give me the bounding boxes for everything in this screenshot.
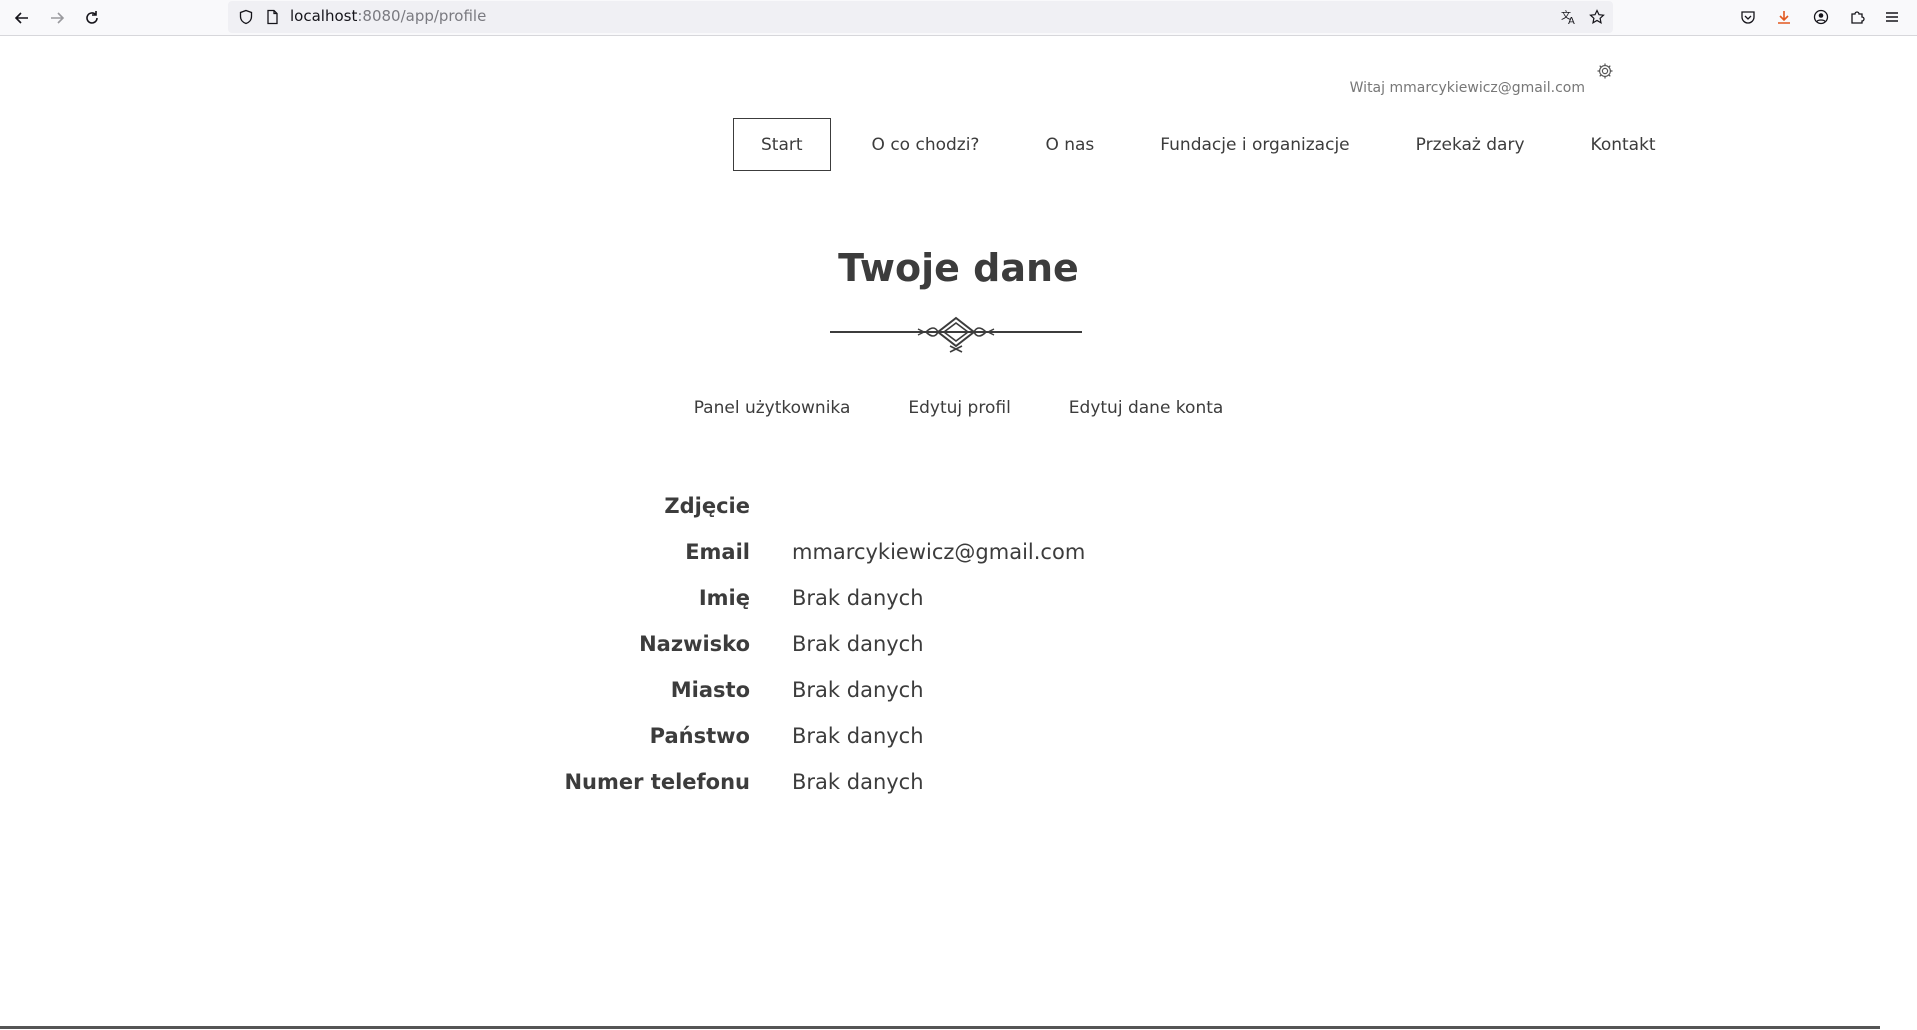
page-icon [262,7,282,27]
profile-row-photo: Zdjęcie [480,483,1380,529]
field-value: Brak danych [792,770,924,794]
nav-item-start[interactable]: Start [733,118,831,171]
subnav-edytuj-dane-konta[interactable]: Edytuj dane konta [1069,398,1224,418]
gear-icon[interactable] [1596,62,1616,82]
field-label: Nazwisko [639,632,750,656]
nav-item-przekaz-dary[interactable]: Przekaż dary [1391,118,1550,171]
nav-item-o-nas[interactable]: O nas [1020,118,1119,171]
reload-icon[interactable] [78,4,106,32]
field-label: Zdjęcie [664,494,750,518]
field-label: Email [685,540,750,564]
profile-details: Zdjęcie Email mmarcykiewicz@gmail.com Im… [480,483,1380,805]
profile-row-phone: Numer telefonu Brak danych [480,759,1380,805]
back-arrow-icon[interactable] [8,4,36,32]
decoration-ornament-icon [828,314,1084,354]
profile-row-last-name: Nazwisko Brak danych [480,621,1380,667]
address-bar[interactable]: localhost:8080/app/profile 文A [228,1,1613,33]
field-label: Imię [698,586,750,610]
forward-arrow-icon[interactable] [43,4,71,32]
url-text[interactable]: localhost:8080/app/profile [290,7,486,25]
subnav-edytuj-profil[interactable]: Edytuj profil [908,398,1010,418]
field-label: Numer telefonu [564,770,750,794]
nav-item-o-co-chodzi[interactable]: O co chodzi? [847,118,1005,171]
profile-row-country: Państwo Brak danych [480,713,1380,759]
bookmark-star-icon[interactable] [1587,7,1607,27]
field-value: Brak danych [792,724,924,748]
extensions-icon[interactable] [1845,5,1869,29]
profile-row-city: Miasto Brak danych [480,667,1380,713]
svg-text:A: A [1568,16,1575,26]
browser-toolbar: localhost:8080/app/profile 文A [0,0,1917,36]
page-title: Twoje dane [838,246,1079,290]
subnav-panel-uzytkownika[interactable]: Panel użytkownika [694,398,851,418]
nav-item-fundacje[interactable]: Fundacje i organizacje [1135,118,1374,171]
field-value: Brak danych [792,632,924,656]
url-path: :8080/app/profile [357,7,487,25]
field-value: Brak danych [792,678,924,702]
greeting-text: Witaj mmarcykiewicz@gmail.com [1349,80,1585,96]
main-navigation: Start O co chodzi? O nas Fundacje i orga… [733,118,1681,171]
translate-icon[interactable]: 文A [1559,7,1579,27]
profile-row-email: Email mmarcykiewicz@gmail.com [480,529,1380,575]
download-icon[interactable] [1772,5,1796,29]
url-host: localhost [290,7,358,25]
profile-row-first-name: Imię Brak danych [480,575,1380,621]
account-icon[interactable] [1809,5,1833,29]
pocket-icon[interactable] [1736,5,1760,29]
footer-divider [0,1026,1880,1029]
field-label: Państwo [649,724,750,748]
field-value: Brak danych [792,586,924,610]
shield-icon[interactable] [236,7,256,27]
field-label: Miasto [670,678,750,702]
field-value: mmarcykiewicz@gmail.com [792,540,1086,564]
profile-subnav: Panel użytkownika Edytuj profil Edytuj d… [0,398,1917,418]
menu-icon[interactable] [1880,5,1904,29]
nav-item-kontakt[interactable]: Kontakt [1566,118,1681,171]
